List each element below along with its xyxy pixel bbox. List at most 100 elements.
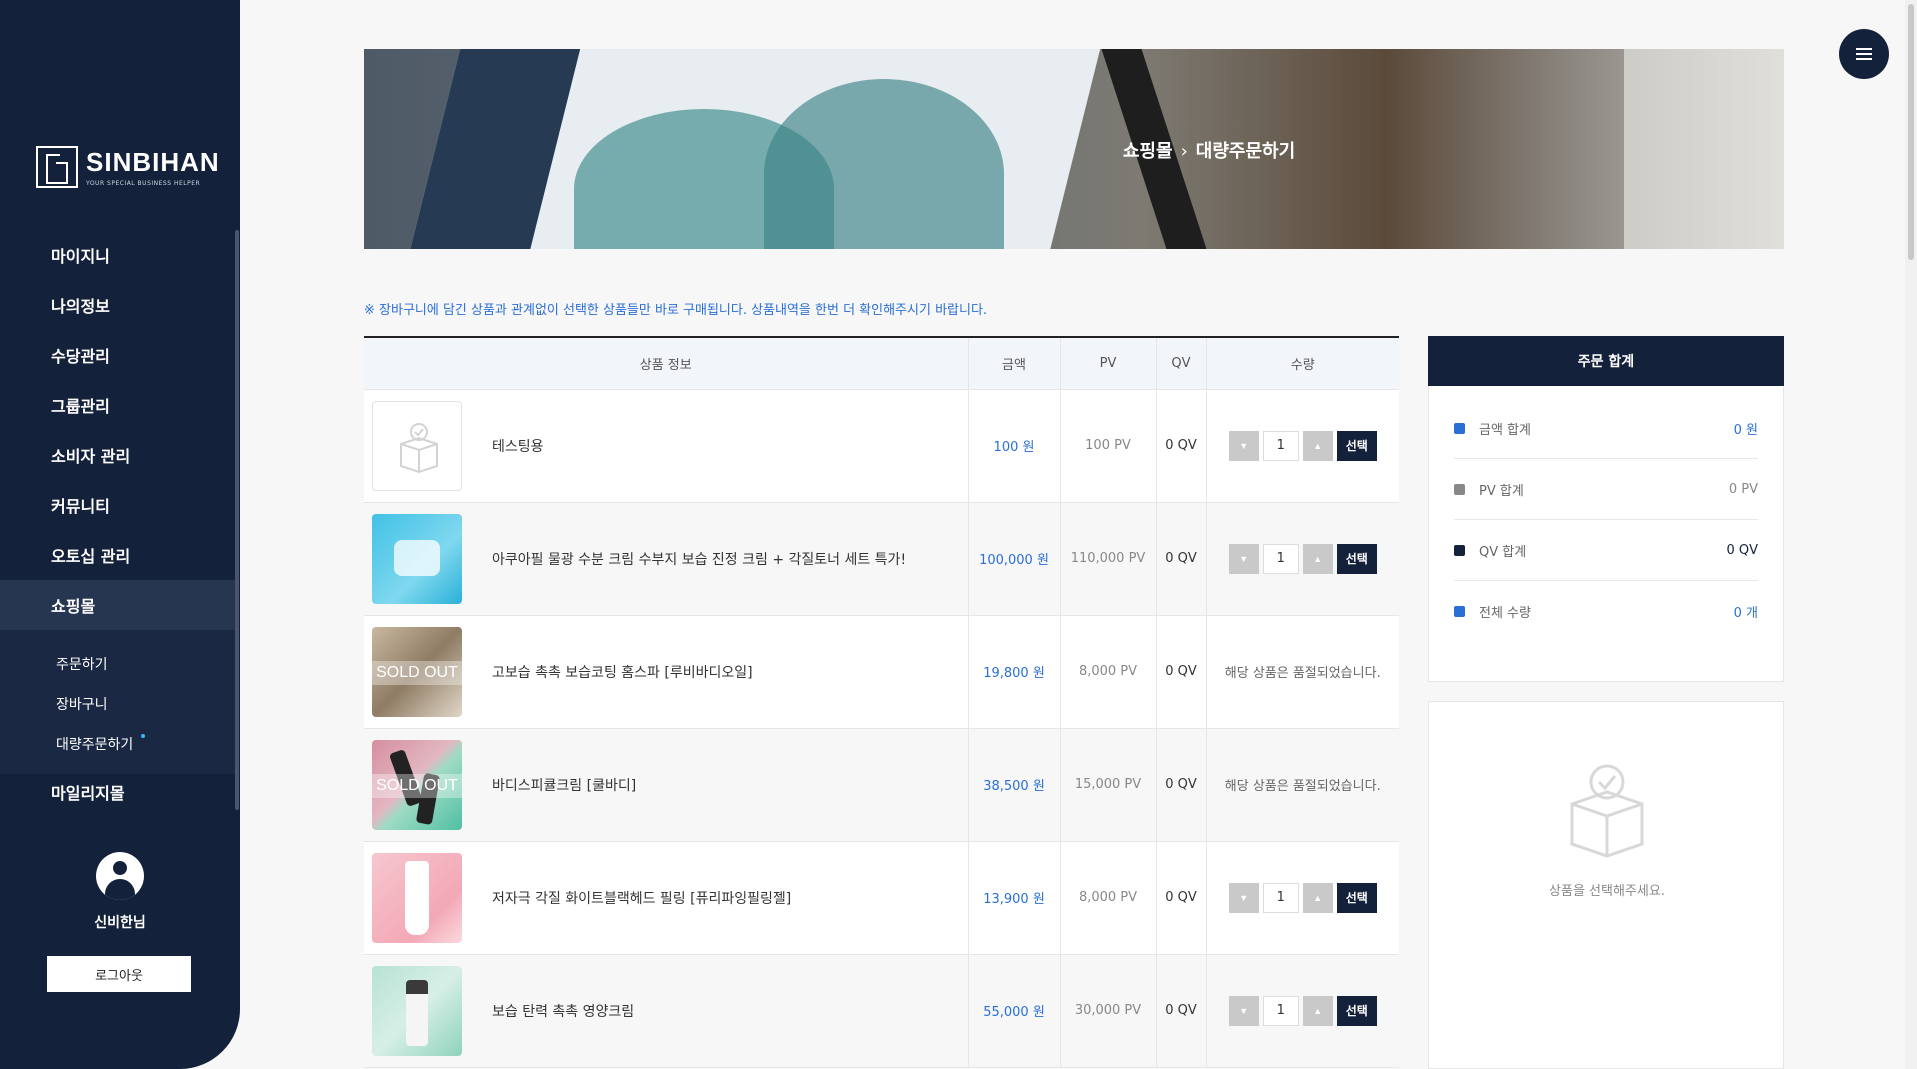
product-pv: 110,000 PV xyxy=(1060,502,1157,616)
quantity-stepper: ▼ ▲ 선택 xyxy=(1228,543,1377,574)
logo-name: SINBIHAN xyxy=(86,147,220,177)
submenu-item-cart[interactable]: 장바구니 xyxy=(0,684,235,724)
quantity-increase-button[interactable]: ▲ xyxy=(1302,430,1333,461)
summary-label: 전체 수량 xyxy=(1479,606,1531,621)
hamburger-icon xyxy=(1856,48,1872,50)
selected-products-panel: 상품을 선택해주세요. xyxy=(1428,701,1784,1069)
quantity-decrease-button[interactable]: ▼ xyxy=(1228,430,1259,461)
summary-row-amount: 금액 합계 0 원 xyxy=(1454,398,1758,459)
breadcrumb-separator-icon: › xyxy=(1180,141,1188,162)
product-name[interactable]: 바디스피큘크림 [쿨바디] xyxy=(492,775,636,795)
summary-value: 0 원 xyxy=(1733,422,1758,438)
user-avatar-icon xyxy=(96,852,144,900)
sidebar: SINBIHAN YOUR SPECIAL BUSINESS HELPER 마이… xyxy=(0,0,240,1069)
product-name[interactable]: 저자극 각질 화이트블랙헤드 필링 [퓨리파잉필링젤] xyxy=(492,888,791,908)
select-button[interactable]: 선택 xyxy=(1336,430,1377,461)
table-row: 테스팅용 100 원 100 PV 0 QV ▼ ▲ 선택 xyxy=(364,389,1399,503)
product-thumbnail[interactable] xyxy=(372,852,462,943)
product-qv: 0 QV xyxy=(1156,728,1207,842)
breadcrumb-bulk-order: 대량주문하기 xyxy=(1195,141,1296,162)
quantity-stepper: ▼ ▲ 선택 xyxy=(1228,430,1377,461)
select-button[interactable]: 선택 xyxy=(1336,882,1377,913)
table-row: 아쿠아필 물광 수분 크림 수부지 보습 진정 크림 + 각질토너 세트 특가!… xyxy=(364,502,1399,616)
sidebar-scrollbar[interactable] xyxy=(235,230,239,810)
breadcrumb: 쇼핑몰 › 대량주문하기 xyxy=(364,137,1784,163)
sidebar-item-my-info[interactable]: 나의정보 xyxy=(0,280,235,330)
sold-out-badge: SOLD OUT xyxy=(372,773,462,798)
table-header-row: 상품 정보 금액 PV QV 수량 xyxy=(364,337,1399,390)
breadcrumb-shopping-mall[interactable]: 쇼핑몰 xyxy=(1123,141,1173,162)
quantity-stepper: ▼ ▲ 선택 xyxy=(1228,995,1377,1026)
product-pv: 8,000 PV xyxy=(1060,615,1157,729)
column-header-qty: 수량 xyxy=(1206,337,1399,390)
product-price: 100,000 원 xyxy=(968,502,1061,616)
logo-tagline: YOUR SPECIAL BUSINESS HELPER xyxy=(86,180,201,187)
summary-value: 0 QV xyxy=(1726,542,1758,558)
quantity-input[interactable] xyxy=(1262,430,1299,461)
order-summary-title: 주문 합계 xyxy=(1428,336,1784,386)
select-button[interactable]: 선택 xyxy=(1336,543,1377,574)
menu-toggle-button[interactable] xyxy=(1839,29,1889,79)
quantity-decrease-button[interactable]: ▼ xyxy=(1228,543,1259,574)
quantity-input[interactable] xyxy=(1262,882,1299,913)
sidebar-item-group[interactable]: 그룹관리 xyxy=(0,380,235,430)
product-price: 19,800 원 xyxy=(968,615,1061,729)
sidebar-item-shopping-mall[interactable]: 쇼핑몰 xyxy=(0,580,235,630)
package-check-icon xyxy=(1570,764,1644,858)
table-row: SOLD OUT 바디스피큘크림 [쿨바디] 38,500 원 15,000 P… xyxy=(364,728,1399,842)
sidebar-item-autoship[interactable]: 오토십 관리 xyxy=(0,530,235,580)
user-name: 신비한님 xyxy=(94,915,146,931)
product-thumbnail[interactable] xyxy=(372,400,462,491)
column-header-info: 상품 정보 xyxy=(364,337,969,390)
user-profile: 신비한님 로그아웃 xyxy=(0,852,240,992)
product-qv: 0 QV xyxy=(1156,954,1207,1068)
page-scrollbar[interactable] xyxy=(1905,0,1917,1069)
submenu-item-bulk-order[interactable]: 대량주문하기 xyxy=(0,724,235,764)
brand-logo[interactable]: SINBIHAN YOUR SPECIAL BUSINESS HELPER xyxy=(36,146,220,188)
product-thumbnail[interactable]: SOLD OUT xyxy=(372,739,462,830)
sidebar-item-allowance[interactable]: 수당관리 xyxy=(0,330,235,380)
submenu-item-order[interactable]: 주문하기 xyxy=(0,644,235,684)
logout-button[interactable]: 로그아웃 xyxy=(47,956,191,992)
product-pv: 8,000 PV xyxy=(1060,841,1157,955)
quantity-decrease-button[interactable]: ▼ xyxy=(1228,882,1259,913)
quantity-increase-button[interactable]: ▲ xyxy=(1302,882,1333,913)
column-header-qv: QV xyxy=(1156,337,1207,390)
sold-out-message: 해당 상품은 품절되었습니다. xyxy=(1206,615,1399,729)
product-name[interactable]: 아쿠아필 물광 수분 크림 수부지 보습 진정 크림 + 각질토너 세트 특가! xyxy=(492,549,906,569)
product-thumbnail[interactable] xyxy=(372,965,462,1056)
quantity-input[interactable] xyxy=(1262,543,1299,574)
submenu-item-bulk-order-label: 대량주문하기 xyxy=(56,737,134,753)
product-price: 13,900 원 xyxy=(968,841,1061,955)
summary-value: 0 개 xyxy=(1733,606,1758,621)
table-row: 보습 탄력 촉촉 영양크림 55,000 원 30,000 PV 0 QV ▼ … xyxy=(364,954,1399,1068)
product-price: 100 원 xyxy=(968,389,1061,503)
sidebar-item-community[interactable]: 커뮤니티 xyxy=(0,480,235,530)
summary-label: QV 합계 xyxy=(1479,544,1527,560)
sidebar-item-my-genie[interactable]: 마이지니 xyxy=(0,230,235,280)
product-name[interactable]: 테스팅용 xyxy=(492,436,544,456)
sidebar-item-mileage-mall[interactable]: 마일리지몰 xyxy=(0,774,235,804)
product-qv: 0 QV xyxy=(1156,841,1207,955)
active-dot-icon xyxy=(141,734,145,738)
quantity-decrease-button[interactable]: ▼ xyxy=(1228,995,1259,1026)
select-button[interactable]: 선택 xyxy=(1336,995,1377,1026)
column-header-price: 금액 xyxy=(968,337,1061,390)
sidebar-item-consumer[interactable]: 소비자 관리 xyxy=(0,430,235,480)
product-thumbnail[interactable] xyxy=(372,513,462,604)
summary-value: 0 PV xyxy=(1728,481,1758,497)
page-scrollbar-thumb[interactable] xyxy=(1908,4,1914,260)
qv-bullet-icon xyxy=(1454,544,1465,556)
product-thumbnail[interactable]: SOLD OUT xyxy=(372,626,462,717)
product-name[interactable]: 고보습 촉촉 보습코팅 홈스파 [루비바디오일] xyxy=(492,662,753,682)
order-summary: 주문 합계 금액 합계 0 원 PV 합계 0 PV QV 합계 0 QV 전체… xyxy=(1428,336,1784,682)
purchase-notice: ※ 장바구니에 담긴 상품과 관계없이 선택한 상품들만 바로 구매됩니다. 상… xyxy=(364,303,988,318)
quantity-increase-button[interactable]: ▲ xyxy=(1302,543,1333,574)
product-pv: 15,000 PV xyxy=(1060,728,1157,842)
column-header-pv: PV xyxy=(1060,337,1157,390)
quantity-increase-button[interactable]: ▲ xyxy=(1302,995,1333,1026)
page-banner: 쇼핑몰 › 대량주문하기 xyxy=(364,49,1784,249)
quantity-input[interactable] xyxy=(1262,995,1299,1026)
product-name[interactable]: 보습 탄력 촉촉 영양크림 xyxy=(492,1001,634,1021)
table-row: 저자극 각질 화이트블랙헤드 필링 [퓨리파잉필링젤] 13,900 원 8,0… xyxy=(364,841,1399,955)
